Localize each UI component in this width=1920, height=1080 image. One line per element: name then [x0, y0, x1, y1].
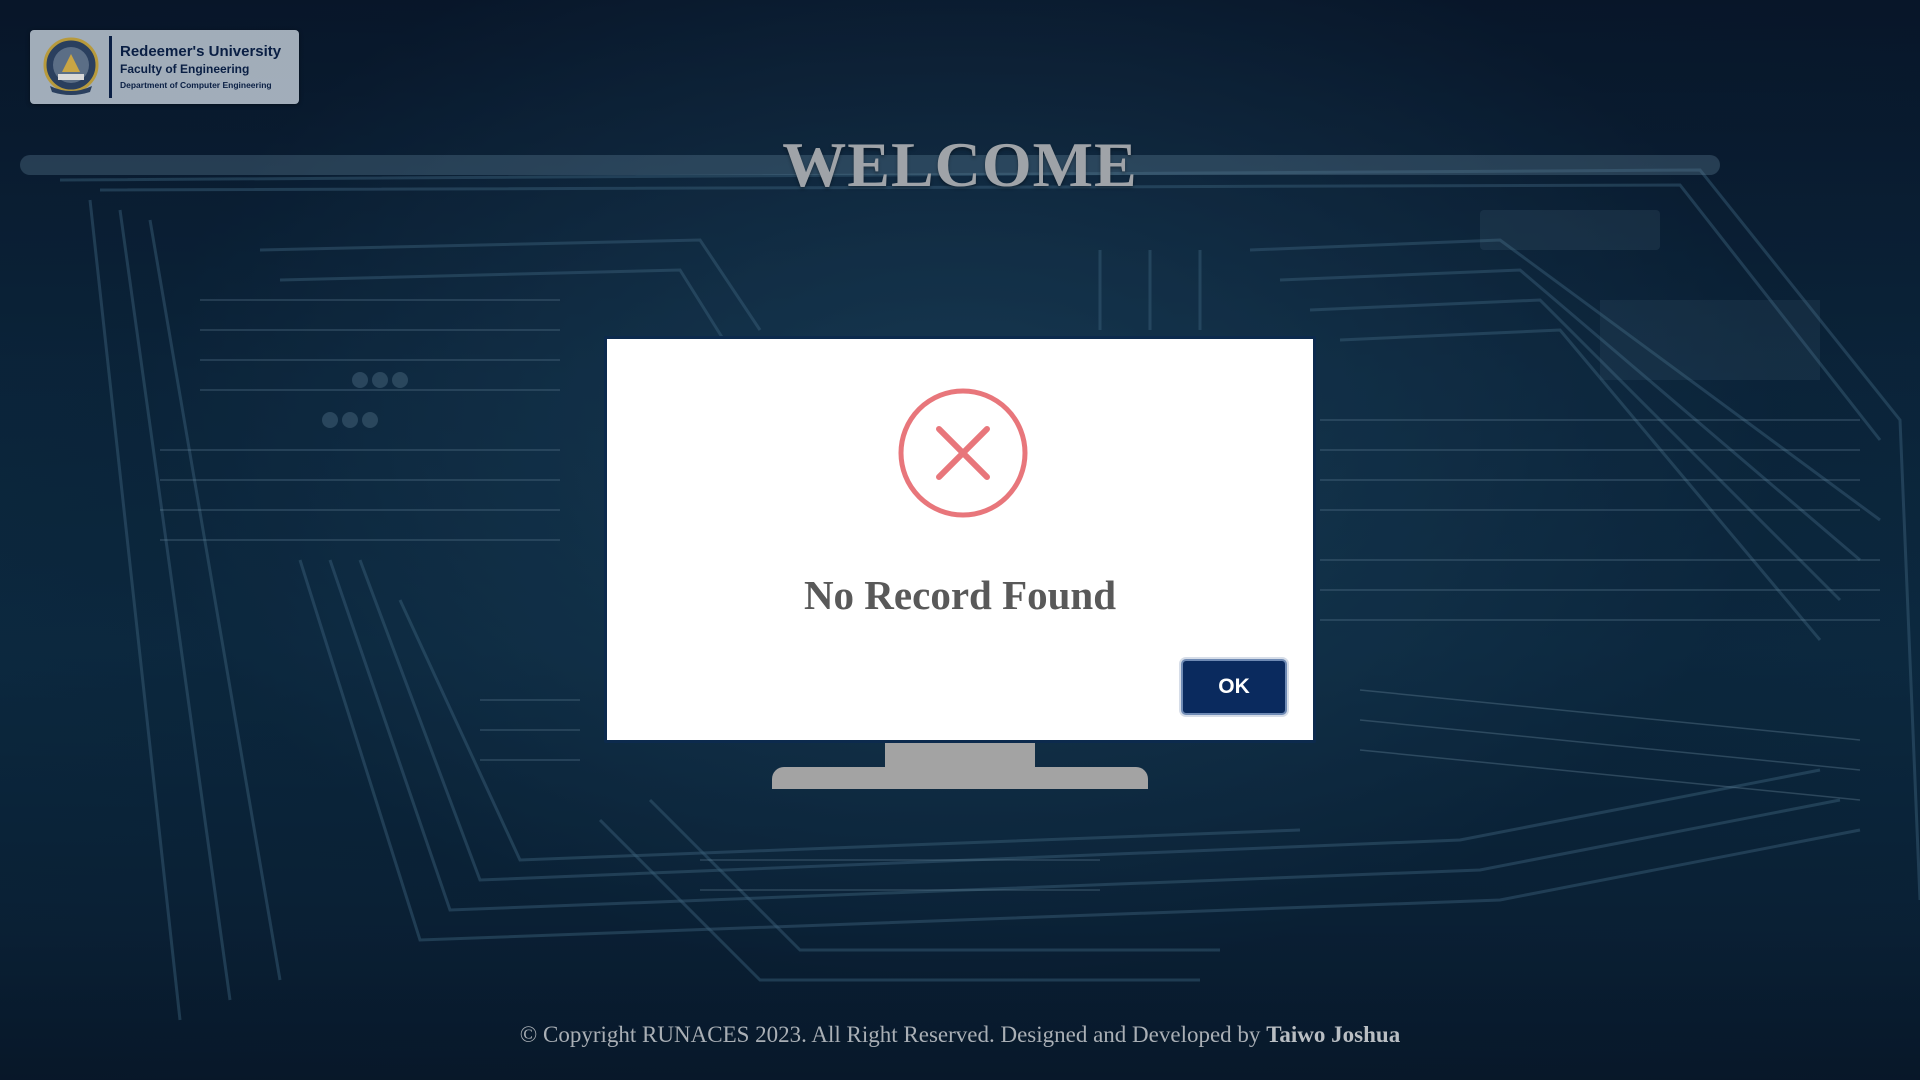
monitor-stand-neck — [885, 742, 1035, 770]
university-logo-card: Redeemer's University Faculty of Enginee… — [30, 30, 299, 104]
footer-copyright: © Copyright RUNACES 2023. All Right Rese… — [519, 1022, 1267, 1047]
department-name: Department of Computer Engineering — [120, 80, 272, 91]
university-name: Redeemer's University — [120, 43, 282, 61]
error-dialog: No Record Found OK — [604, 336, 1316, 743]
page-title: WELCOME — [782, 129, 1138, 200]
footer-author: Taiwo Joshua — [1266, 1022, 1401, 1047]
error-x-icon — [898, 388, 1028, 518]
university-crest-icon — [43, 37, 99, 95]
logo-text: Redeemer's University Faculty of Enginee… — [120, 43, 281, 91]
logo-divider — [109, 36, 112, 98]
login-page: Redeemer's University Faculty of Enginee… — [0, 0, 1920, 1080]
ok-button[interactable]: OK — [1181, 659, 1287, 715]
faculty-name: Faculty of Engineering — [120, 62, 250, 77]
footer: © Copyright RUNACES 2023. All Right Rese… — [0, 1022, 1920, 1048]
monitor-stand-base — [772, 767, 1148, 789]
dialog-message: No Record Found — [803, 572, 1117, 618]
